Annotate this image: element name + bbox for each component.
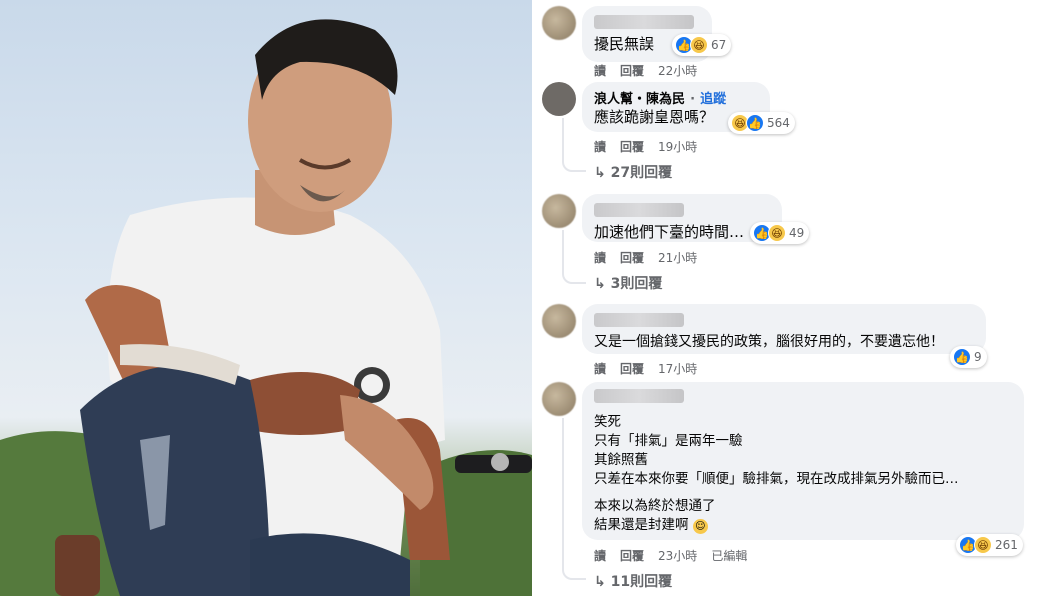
comment-line: 只有「排氣」是兩年一驗: [594, 433, 743, 449]
comment-line: 笑死: [594, 414, 621, 430]
timestamp[interactable]: 23小時: [658, 547, 697, 564]
comment-text: 加速他們下臺的時間…: [594, 223, 745, 241]
reply-arrow-icon: ↳: [594, 276, 611, 292]
haha-icon: 😆: [974, 536, 992, 554]
reaction-count: 67: [711, 38, 727, 52]
read-button[interactable]: 讀: [594, 138, 606, 155]
comment-line: 結果還是封建啊: [594, 517, 689, 533]
smile-emoji-icon: ☺: [692, 519, 708, 534]
like-icon: 👍: [746, 114, 764, 132]
comment-5: 笑死 只有「排氣」是兩年一驗 其餘照舊 只差在本來你要「順便」驗排氣，現在改成排…: [532, 380, 1060, 596]
thread-line: [562, 118, 586, 172]
reply-arrow-icon: ↳: [594, 165, 611, 181]
reaction-summary[interactable]: 👍 😆 49: [750, 222, 810, 244]
reply-button[interactable]: 回覆: [620, 547, 644, 564]
profile-photo: [0, 0, 532, 596]
like-icon: 👍: [953, 348, 971, 366]
avatar[interactable]: [542, 382, 576, 416]
edited-label[interactable]: 已編輯: [711, 547, 747, 564]
comment-actions: 讀 回覆 19小時: [594, 138, 697, 155]
read-button[interactable]: 讀: [594, 62, 606, 79]
reply-arrow-icon: ↳: [594, 574, 611, 590]
timestamp[interactable]: 19小時: [658, 138, 697, 155]
reply-button[interactable]: 回覆: [620, 138, 644, 155]
avatar[interactable]: [542, 194, 576, 228]
commenter-name[interactable]: 浪人幫・陳為民: [594, 92, 685, 107]
view-replies-link[interactable]: ↳ 3則回覆: [594, 273, 662, 293]
timestamp[interactable]: 21小時: [658, 249, 697, 266]
reaction-count: 261: [995, 538, 1018, 552]
blurred-name: [594, 389, 684, 403]
comment-2: 浪人幫・陳為民 · 追蹤 應該跪謝皇恩嗎？ 😆 👍 564 讀 回覆 19小時 …: [532, 82, 1060, 192]
haha-icon: 😆: [768, 224, 786, 242]
thread-line: [562, 418, 586, 580]
reply-button[interactable]: 回覆: [620, 62, 644, 79]
avatar[interactable]: [542, 304, 576, 338]
comment-bubble: 笑死 只有「排氣」是兩年一驗 其餘照舊 只差在本來你要「順便」驗排氣，現在改成排…: [582, 382, 1024, 540]
comment-line: 只差在本來你要「順便」驗排氣，現在改成排氣另外驗而已…: [594, 471, 959, 487]
reaction-summary[interactable]: 👍 😆 261: [956, 534, 1023, 556]
blurred-name: [594, 313, 684, 327]
comment-feed: 擾民無誤 👍 😆 67 讀 回覆 22小時 浪人幫・陳為民 · 追蹤 應該跪謝皇…: [532, 0, 1060, 596]
timestamp[interactable]: 22小時: [658, 62, 697, 79]
reaction-summary[interactable]: 👍 9: [950, 346, 987, 368]
reply-button[interactable]: 回覆: [620, 249, 644, 266]
reaction-count: 9: [974, 350, 982, 364]
haha-icon: 😆: [690, 36, 708, 54]
view-replies-link[interactable]: ↳ 11則回覆: [594, 571, 672, 591]
read-button[interactable]: 讀: [594, 360, 606, 377]
read-button[interactable]: 讀: [594, 547, 606, 564]
comment-3: 加速他們下臺的時間… 👍 😆 49 讀 回覆 21小時 ↳ 3則回覆: [532, 192, 1060, 302]
thread-line: [562, 230, 586, 284]
timestamp[interactable]: 17小時: [658, 360, 697, 377]
comment-actions: 讀 回覆 21小時: [594, 249, 697, 266]
comment-actions: 讀 回覆 17小時: [594, 360, 697, 377]
comment-4: 又是一個搶錢又擾民的政策，腦很好用的，不要遺忘他！ 👍 9 讀 回覆 17小時: [532, 302, 1060, 382]
comment-actions: 讀 回覆 23小時 已編輯: [594, 547, 747, 564]
reaction-count: 49: [789, 226, 805, 240]
comment-line: 其餘照舊: [594, 452, 648, 468]
comment-actions: 讀 回覆 22小時: [594, 62, 697, 79]
comment-line: 本來以為終於想通了: [594, 498, 716, 514]
reaction-summary[interactable]: 👍 😆 67: [672, 34, 732, 56]
reaction-count: 564: [767, 116, 790, 130]
reaction-summary[interactable]: 😆 👍 564: [728, 112, 795, 134]
comment-1: 擾民無誤 👍 😆 67 讀 回覆 22小時: [532, 0, 1060, 80]
comment-text: 笑死 只有「排氣」是兩年一驗 其餘照舊 只差在本來你要「順便」驗排氣，現在改成排…: [594, 413, 1012, 535]
follow-button[interactable]: 追蹤: [700, 92, 726, 107]
blurred-name: [594, 203, 684, 217]
read-button[interactable]: 讀: [594, 249, 606, 266]
photo-illustration: [0, 19, 532, 596]
avatar[interactable]: [542, 82, 576, 116]
comment-text: 又是一個搶錢又擾民的政策，腦很好用的，不要遺忘他！: [594, 334, 944, 350]
reply-button[interactable]: 回覆: [620, 360, 644, 377]
avatar[interactable]: [542, 6, 576, 40]
comment-bubble: 又是一個搶錢又擾民的政策，腦很好用的，不要遺忘他！: [582, 304, 986, 354]
view-replies-link[interactable]: ↳ 27則回覆: [594, 162, 672, 182]
blurred-name: [594, 15, 694, 29]
